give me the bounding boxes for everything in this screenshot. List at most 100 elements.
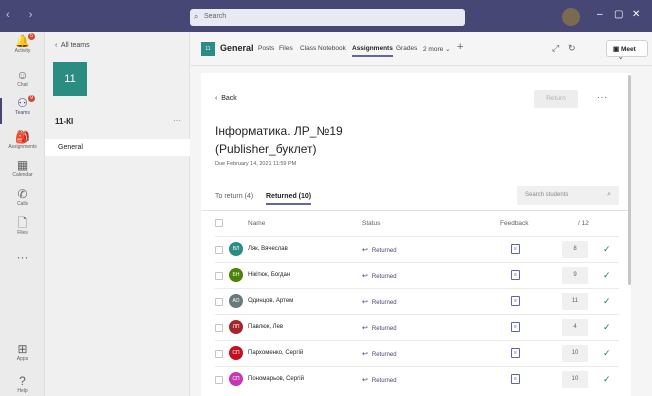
row-checkbox[interactable] bbox=[215, 350, 223, 358]
rail-item-files[interactable]: 🗋 Files bbox=[0, 214, 45, 248]
rail-item-teams[interactable]: ⚇ Teams 9 bbox=[0, 94, 45, 128]
maximize-button[interactable]: ▢ bbox=[614, 9, 623, 20]
student-search-input[interactable]: Search students ⌕ bbox=[517, 186, 619, 205]
points-field[interactable]: 10 bbox=[562, 345, 588, 362]
student-name[interactable]: Павлюк, Лев bbox=[248, 324, 283, 330]
return-button[interactable]: Return bbox=[534, 90, 578, 108]
notification-badge: 9 bbox=[28, 95, 35, 102]
table-row[interactable]: ЛП Павлюк, Лев ↩ Returned ≡ 4 ✓ bbox=[201, 315, 631, 341]
feedback-icon[interactable]: ≡ bbox=[511, 244, 520, 254]
all-teams-link[interactable]: ‹ All teams bbox=[55, 42, 90, 49]
feedback-icon[interactable]: ≡ bbox=[511, 270, 520, 280]
student-avatar: СП bbox=[229, 346, 243, 360]
status-cell: ↩ Returned bbox=[362, 324, 397, 332]
rail-item-more[interactable]: ··· bbox=[0, 248, 45, 282]
close-button[interactable]: ✕ bbox=[632, 9, 640, 20]
minimize-button[interactable]: – bbox=[597, 9, 603, 20]
checkmark-icon: ✓ bbox=[603, 374, 611, 384]
meet-button[interactable]: ▣ Meet ⌄ bbox=[606, 40, 648, 61]
return-arrow-icon: ↩ bbox=[362, 273, 368, 280]
expand-icon[interactable]: ⤢ bbox=[552, 43, 559, 54]
row-checkbox[interactable] bbox=[215, 246, 223, 254]
column-header-status[interactable]: Status bbox=[362, 220, 380, 227]
return-arrow-icon: ↩ bbox=[362, 299, 368, 306]
rail-item-label: Activity bbox=[14, 48, 31, 54]
student-name[interactable]: Ляк, Вячеслав bbox=[248, 246, 288, 252]
student-search-placeholder: Search students bbox=[525, 192, 569, 198]
refresh-icon[interactable]: ↻ bbox=[568, 43, 576, 54]
rail-item-apps[interactable]: ⊞ Apps bbox=[0, 340, 45, 374]
points-field[interactable]: 10 bbox=[562, 371, 588, 388]
assignment-title-line2: (Publisher_буклет) bbox=[215, 142, 317, 156]
student-avatar: АО bbox=[229, 294, 243, 308]
history-nav[interactable]: ‹ › bbox=[6, 9, 40, 21]
chevron-down-icon[interactable]: ⌄ bbox=[618, 54, 623, 61]
back-button[interactable]: ‹ Back bbox=[215, 95, 237, 102]
tab-assignments[interactable]: Assignments bbox=[352, 45, 393, 57]
add-tab-button[interactable]: + bbox=[457, 41, 463, 53]
points-field[interactable]: 9 bbox=[562, 267, 588, 284]
student-avatar: ВЛ bbox=[229, 242, 243, 256]
tab-posts[interactable]: Posts bbox=[258, 45, 274, 52]
search-input[interactable]: ⌕ Search bbox=[190, 9, 465, 26]
channel-tile: 11 bbox=[201, 42, 215, 56]
scrollbar[interactable] bbox=[628, 75, 631, 285]
student-name[interactable]: Пономарьов, Сергій bbox=[248, 376, 304, 382]
points-field[interactable]: 11 bbox=[562, 293, 588, 310]
table-row[interactable]: СП Пархоменко, Сергій ↩ Returned ≡ 10 ✓ bbox=[201, 341, 631, 367]
status-label: Returned bbox=[371, 300, 397, 306]
feedback-icon[interactable]: ≡ bbox=[511, 322, 520, 332]
column-header-name[interactable]: Name bbox=[248, 220, 265, 227]
table-row[interactable]: ВЛ Ляк, Вячеслав ↩ Returned ≡ 8 ✓ bbox=[201, 237, 631, 263]
channel-general[interactable]: General bbox=[45, 139, 190, 156]
due-date: Due February 14, 2021 11:59 PM bbox=[215, 161, 297, 167]
table-row[interactable]: БН Нікітюк, Богдан ↩ Returned ≡ 9 ✓ bbox=[201, 263, 631, 289]
points-field[interactable]: 8 bbox=[562, 241, 588, 258]
tab-returned[interactable]: Returned (10) bbox=[266, 193, 312, 205]
phone-icon: ✆ bbox=[17, 187, 28, 201]
rail-item-label: Calendar bbox=[12, 172, 33, 178]
team-name: 11-КІ bbox=[55, 117, 74, 126]
user-avatar[interactable] bbox=[562, 8, 580, 26]
tab-class-notebook[interactable]: Class Notebook bbox=[300, 45, 346, 52]
rail-item-label: Chat bbox=[17, 82, 28, 88]
table-row[interactable]: СП Пономарьов, Сергій ↩ Returned ≡ 10 ✓ bbox=[201, 367, 631, 393]
rail-item-label: Teams bbox=[15, 110, 30, 116]
teams-icon: ⚇ bbox=[17, 96, 28, 110]
table-row[interactable]: АО Одинцов, Артем ↩ Returned ≡ 11 ✓ bbox=[201, 289, 631, 315]
feedback-icon[interactable]: ≡ bbox=[511, 296, 520, 306]
status-label: Returned bbox=[371, 274, 397, 280]
return-arrow-icon: ↩ bbox=[362, 247, 368, 254]
row-checkbox[interactable] bbox=[215, 324, 223, 332]
return-arrow-icon: ↩ bbox=[362, 351, 368, 358]
team-tile: 11 bbox=[53, 62, 87, 96]
feedback-icon[interactable]: ≡ bbox=[511, 374, 520, 384]
assignment-title: Інформатика. ЛР_№19 bbox=[215, 124, 343, 138]
select-all-checkbox[interactable] bbox=[215, 219, 223, 227]
all-teams-label: All teams bbox=[60, 42, 90, 49]
student-name[interactable]: Пархоменко, Сергій bbox=[248, 350, 303, 356]
rail-item-help[interactable]: ? Help bbox=[0, 372, 45, 396]
files-icon: 🗋 bbox=[17, 216, 28, 230]
row-checkbox[interactable] bbox=[215, 298, 223, 306]
tab-more[interactable]: 2 more ⌄ bbox=[423, 45, 450, 53]
status-cell: ↩ Returned bbox=[362, 376, 397, 384]
team-more-button[interactable]: ··· bbox=[173, 116, 181, 125]
row-checkbox[interactable] bbox=[215, 272, 223, 280]
rail-item-label: Assignments bbox=[8, 144, 37, 150]
meet-label: Meet bbox=[620, 46, 636, 53]
tab-files[interactable]: Files bbox=[279, 45, 293, 52]
student-name[interactable]: Нікітюк, Богдан bbox=[248, 272, 290, 278]
rail-item-activity[interactable]: 🔔 Activity 5 bbox=[0, 32, 45, 66]
points-field[interactable]: 4 bbox=[562, 319, 588, 336]
tab-to-return[interactable]: To return (4) bbox=[215, 193, 253, 200]
status-cell: ↩ Returned bbox=[362, 350, 397, 358]
channel-header: 11 General Posts Files Class Notebook As… bbox=[191, 32, 652, 66]
more-options-button[interactable]: ··· bbox=[597, 93, 608, 102]
row-checkbox[interactable] bbox=[215, 376, 223, 384]
student-name[interactable]: Одинцов, Артем bbox=[248, 298, 293, 304]
tab-grades[interactable]: Grades bbox=[396, 45, 417, 52]
feedback-icon[interactable]: ≡ bbox=[511, 348, 520, 358]
return-arrow-icon: ↩ bbox=[362, 377, 368, 384]
checkmark-icon: ✓ bbox=[603, 348, 611, 358]
